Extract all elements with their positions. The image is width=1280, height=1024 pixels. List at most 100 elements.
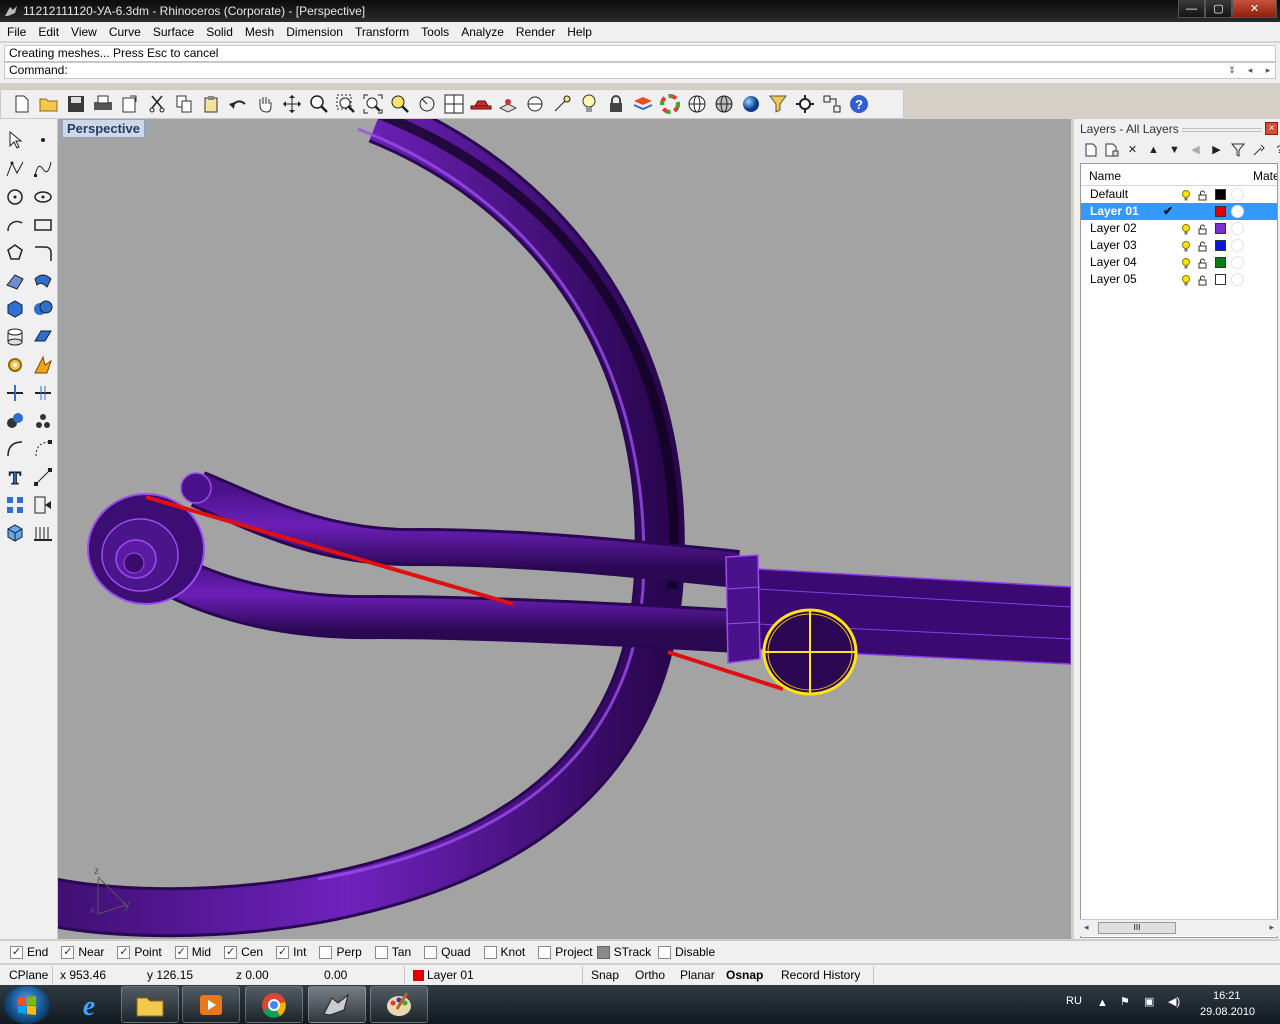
layer-material-icon[interactable] <box>1231 273 1244 286</box>
zoom-icon[interactable] <box>306 92 331 117</box>
menu-render[interactable]: Render <box>509 25 560 39</box>
layer-edit-icon[interactable] <box>630 92 655 117</box>
undo-view-icon[interactable] <box>414 92 439 117</box>
scroll-right-icon[interactable]: ▸ <box>1269 922 1274 933</box>
menu-analyze[interactable]: Analyze <box>454 25 509 39</box>
layer-row[interactable]: Default <box>1081 186 1277 203</box>
tray-time[interactable]: 16:21 <box>1213 990 1241 1002</box>
layer-lock-icon[interactable] <box>1198 240 1208 252</box>
tray-network-icon[interactable]: ▣ <box>1144 995 1154 1008</box>
layer-material-icon[interactable] <box>1231 188 1244 201</box>
menu-edit[interactable]: Edit <box>31 25 64 39</box>
scroll-thumb[interactable]: III <box>1098 922 1176 934</box>
menu-file[interactable]: File <box>0 25 31 39</box>
select-arrow-icon[interactable] <box>2 127 28 153</box>
layer-lock-icon[interactable] <box>1198 257 1208 269</box>
curve-icon[interactable] <box>30 156 56 182</box>
layer-material-icon[interactable] <box>1231 239 1244 252</box>
osnap-point-checkbox[interactable]: ✓ <box>117 945 131 959</box>
close-button[interactable]: ✕ <box>1232 0 1277 18</box>
taskbar-internet-explorer[interactable]: e <box>60 986 118 1023</box>
cut-icon[interactable] <box>144 92 169 117</box>
layer-name[interactable]: Layer 02 <box>1090 220 1137 237</box>
osnap-mid[interactable]: ✓ Mid <box>174 945 211 959</box>
osnap-cen[interactable]: ✓ Cen <box>224 945 263 959</box>
osnap-knot-checkbox[interactable] <box>483 945 497 959</box>
scroll-left-icon[interactable]: ◂ <box>1084 922 1089 933</box>
move-layer-right-icon[interactable]: ▶ <box>1208 141 1225 158</box>
layer-lock-icon[interactable] <box>1198 274 1208 286</box>
taskbar-chrome[interactable] <box>245 986 303 1023</box>
layer-row[interactable]: Layer 04 <box>1081 254 1277 271</box>
osnap-strack-checkbox[interactable] <box>596 945 610 959</box>
menu-view[interactable]: View <box>64 25 102 39</box>
arc-icon[interactable] <box>2 212 28 238</box>
filter-select-icon[interactable] <box>765 92 790 117</box>
osnap-point[interactable]: ✓ Point <box>117 945 162 959</box>
status-osnap[interactable]: Osnap <box>726 968 763 982</box>
osnap-int[interactable]: ✓ Int <box>276 945 306 959</box>
mesh-gear-icon[interactable] <box>2 352 28 378</box>
shaded-sphere-icon[interactable] <box>711 92 736 117</box>
tray-action-center-icon[interactable]: ⚑ <box>1120 995 1130 1008</box>
command-input[interactable]: Command: <box>4 62 1276 79</box>
status-record-history[interactable]: Record History <box>781 968 860 982</box>
move-layer-down-icon[interactable]: ▼ <box>1166 141 1183 158</box>
osnap-end[interactable]: ✓ End <box>10 945 48 959</box>
osnap-quad[interactable]: Quad <box>424 945 471 959</box>
layer-list[interactable]: Name Mater DefaultLayer 01✔Layer 02Layer… <box>1080 163 1278 938</box>
polygon-icon[interactable] <box>2 240 28 266</box>
hatch-icon[interactable] <box>30 520 56 546</box>
menu-transform[interactable]: Transform <box>348 25 414 39</box>
move-layer-left-icon[interactable]: ◀ <box>1187 141 1204 158</box>
layer-lock-icon[interactable] <box>1198 223 1208 235</box>
menu-surface[interactable]: Surface <box>146 25 199 39</box>
taskbar-rhinoceros[interactable] <box>308 986 366 1023</box>
layer-lock-icon[interactable] <box>1198 189 1208 201</box>
pan-hand-icon[interactable] <box>252 92 277 117</box>
rectangle-icon[interactable] <box>30 212 56 238</box>
layer-color-swatch[interactable] <box>1215 257 1226 268</box>
osnap-knot[interactable]: Knot <box>483 945 525 959</box>
color-wheel-icon[interactable] <box>657 92 682 117</box>
menu-solid[interactable]: Solid <box>199 25 238 39</box>
column-material[interactable]: Mater <box>1253 169 1277 183</box>
select-points-icon[interactable] <box>549 92 574 117</box>
import-icon[interactable] <box>117 92 142 117</box>
dimension-icon[interactable] <box>30 464 56 490</box>
osnap-near[interactable]: ✓ Near <box>61 945 104 959</box>
lock-icon[interactable] <box>603 92 628 117</box>
osnap-disable[interactable]: Disable <box>658 945 715 959</box>
zoom-window-icon[interactable] <box>333 92 358 117</box>
polyline-icon[interactable] <box>2 156 28 182</box>
layer-color-swatch[interactable] <box>1215 274 1226 285</box>
viewport-title-perspective[interactable]: Perspective <box>62 119 145 138</box>
osnap-project-checkbox[interactable] <box>538 945 552 959</box>
text-icon[interactable]: T <box>2 464 28 490</box>
delete-layer-icon[interactable]: ✕ <box>1124 141 1141 158</box>
car-icon[interactable] <box>468 92 493 117</box>
ellipse-icon[interactable] <box>30 184 56 210</box>
sweep-surface-icon[interactable] <box>30 268 56 294</box>
cylinder-icon[interactable] <box>2 324 28 350</box>
tray-date[interactable]: 29.08.2010 <box>1200 1006 1255 1018</box>
grid-options-icon[interactable] <box>819 92 844 117</box>
save-icon[interactable] <box>63 92 88 117</box>
four-viewports-icon[interactable] <box>441 92 466 117</box>
layer-name[interactable]: Layer 04 <box>1090 254 1137 271</box>
panel-grip[interactable] <box>1182 128 1262 134</box>
new-sublayer-icon[interactable] <box>1103 141 1120 158</box>
status-current-layer[interactable]: Layer 01 <box>427 968 474 982</box>
rotate-view-icon[interactable] <box>279 92 304 117</box>
object-snap-icon[interactable] <box>522 92 547 117</box>
osnap-cen-checkbox[interactable]: ✓ <box>224 945 238 959</box>
layer-row[interactable]: Layer 02 <box>1081 220 1277 237</box>
layer-material-icon[interactable] <box>1231 256 1244 269</box>
status-planar[interactable]: Planar <box>680 968 715 982</box>
light-bulb-icon[interactable] <box>576 92 601 117</box>
layer-material-icon[interactable] <box>1231 205 1244 218</box>
layer-visible-bulb-icon[interactable] <box>1181 223 1191 235</box>
osnap-tan[interactable]: Tan <box>374 945 411 959</box>
point-icon[interactable] <box>30 127 56 153</box>
rendered-sphere-icon[interactable] <box>738 92 763 117</box>
